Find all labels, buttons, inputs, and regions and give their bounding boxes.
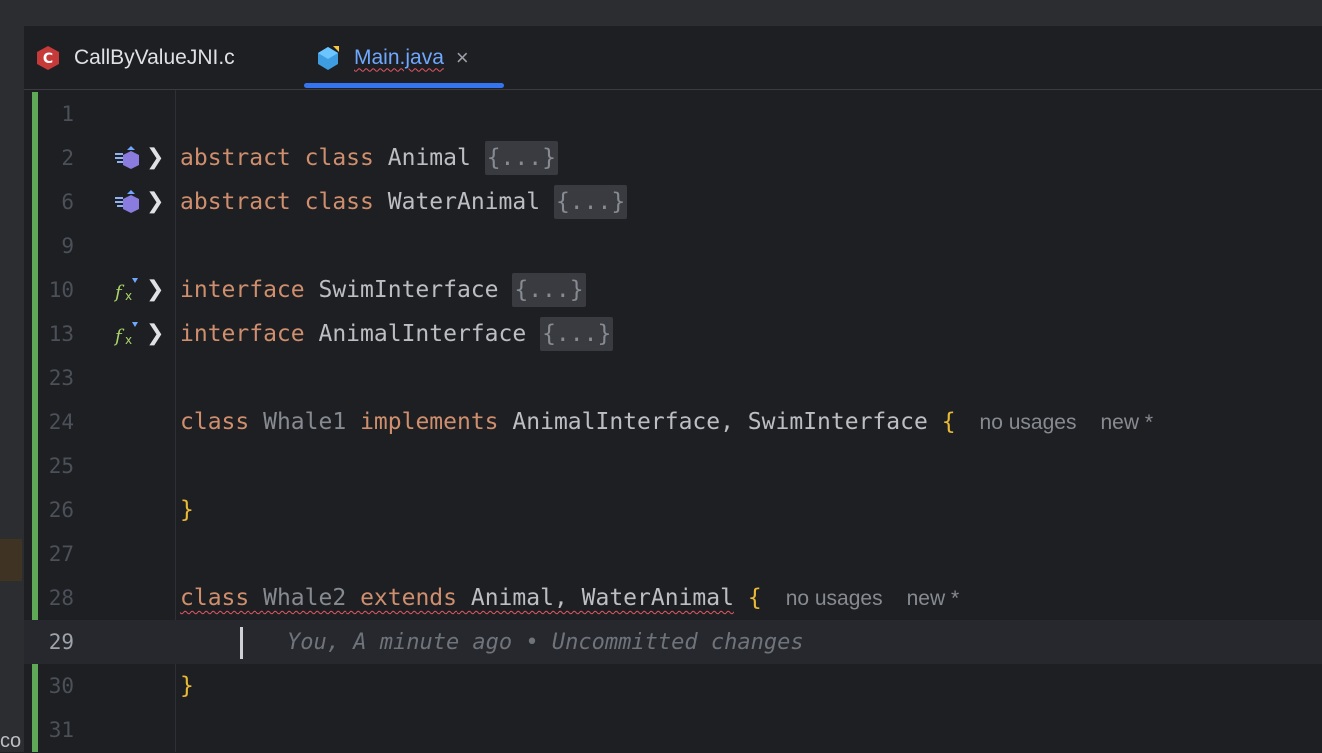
folded-block[interactable]: {...} <box>540 317 614 351</box>
line-number: 26 <box>48 498 74 522</box>
svg-text:x: x <box>125 289 132 303</box>
code-line: 6 ❯ abstract class WaterAnimal {...} <box>24 180 1322 224</box>
svg-text:f: f <box>114 282 125 303</box>
svg-text:C: C <box>43 51 53 67</box>
project-tree-fragment: co <box>0 730 22 752</box>
line-number: 25 <box>48 454 74 478</box>
implemented-interface-icon[interactable]: f x <box>113 321 140 347</box>
line-number: 13 <box>48 322 74 346</box>
tab-label: CallByValueJNI.c <box>74 45 235 69</box>
code-line: 23 <box>24 356 1322 400</box>
code-line: 25 <box>24 444 1322 488</box>
active-tab-indicator <box>304 83 504 88</box>
vcs-status-hint[interactable]: new * <box>1100 411 1153 434</box>
svg-text:x: x <box>125 333 132 347</box>
code-line: 24 class Whale1 implements AnimalInterfa… <box>24 400 1322 444</box>
text-caret <box>240 626 243 659</box>
expand-chevron-icon[interactable]: ❯ <box>146 312 164 356</box>
svg-text:f: f <box>114 326 125 347</box>
line-number: 1 <box>61 102 74 126</box>
line-number: 10 <box>48 278 74 302</box>
vcs-status-hint[interactable]: new * <box>907 587 960 610</box>
code-text: class Whale1 implements AnimalInterface,… <box>180 409 1153 435</box>
line-number: 30 <box>48 674 74 698</box>
expand-chevron-icon[interactable]: ❯ <box>146 136 164 180</box>
code-line: 30 } <box>24 664 1322 708</box>
inline-blame-annotation[interactable]: You, A minute ago • Uncommitted changes <box>287 630 804 655</box>
usages-hint[interactable]: no usages <box>786 587 883 610</box>
code-text: } <box>180 673 194 699</box>
expand-chevron-icon[interactable]: ❯ <box>146 180 164 224</box>
code-line: 10 f x ❯ interface SwimInterface {...} <box>24 268 1322 312</box>
code-editor[interactable]: 1 2 ❯ abstract class Animal {...} 6 ❯ ab… <box>24 90 1322 752</box>
tab-label: Main.java <box>354 45 444 69</box>
project-tree-highlight <box>0 539 22 581</box>
folded-block[interactable]: {...} <box>512 273 586 307</box>
editor-tab-bar: C CallByValueJNI.c Main.java × <box>24 26 1322 90</box>
line-number: 6 <box>61 190 74 214</box>
code-text: class Whale2 extends Animal, WaterAnimal… <box>180 585 960 611</box>
line-number: 23 <box>48 366 74 390</box>
line-number: 31 <box>48 718 74 742</box>
code-text: You, A minute ago • Uncommitted changes <box>180 620 804 665</box>
code-text: } <box>180 497 194 523</box>
error-highlight[interactable]: class Whale2 extends Animal, WaterAnimal <box>180 585 734 611</box>
usages-hint[interactable]: no usages <box>980 411 1077 434</box>
tool-window-strip: co <box>0 26 24 752</box>
code-text: abstract class Animal {...} <box>180 136 558 180</box>
code-line: 9 <box>24 224 1322 268</box>
tab-callbyvaluejni[interactable]: C CallByValueJNI.c <box>34 26 235 89</box>
expand-chevron-icon[interactable]: ❯ <box>146 268 164 312</box>
line-number: 9 <box>61 234 74 258</box>
implemented-class-icon[interactable] <box>114 189 140 215</box>
c-file-icon: C <box>34 44 62 72</box>
folded-block[interactable]: {...} <box>484 141 558 175</box>
code-line: 26 } <box>24 488 1322 532</box>
current-code-line: 29 You, A minute ago • Uncommitted chang… <box>24 620 1322 664</box>
implemented-class-icon[interactable] <box>114 145 140 171</box>
line-number: 27 <box>48 542 74 566</box>
code-line: 31 <box>24 708 1322 752</box>
code-line: 1 <box>24 92 1322 136</box>
line-number: 29 <box>48 630 74 654</box>
code-text: interface SwimInterface {...} <box>180 268 586 312</box>
code-text: interface AnimalInterface {...} <box>180 312 614 356</box>
code-line: 2 ❯ abstract class Animal {...} <box>24 136 1322 180</box>
code-line: 27 <box>24 532 1322 576</box>
folded-block[interactable]: {...} <box>553 185 628 219</box>
close-icon[interactable]: × <box>456 45 469 71</box>
implemented-interface-icon[interactable]: f x <box>113 277 140 303</box>
title-bar <box>0 0 1322 26</box>
line-number: 2 <box>61 146 74 170</box>
code-line: 13 f x ❯ interface AnimalInterface {...} <box>24 312 1322 356</box>
code-line: 28 class Whale2 extends Animal, WaterAni… <box>24 576 1322 620</box>
code-text: abstract class WaterAnimal {...} <box>180 180 628 224</box>
line-number: 28 <box>48 586 74 610</box>
java-file-icon <box>314 44 342 72</box>
tab-main-java[interactable]: Main.java × <box>314 26 469 89</box>
line-number: 24 <box>48 410 74 434</box>
